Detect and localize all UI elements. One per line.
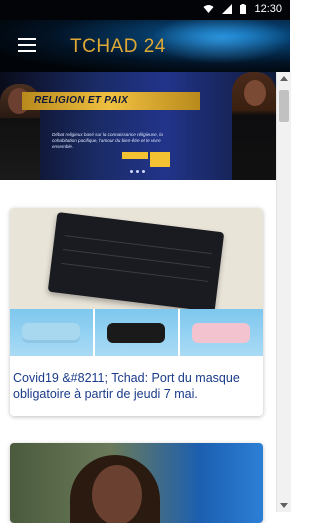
app-title: TCHAD 24 [70, 36, 166, 57]
scrollbar-thumb[interactable] [279, 90, 289, 122]
portrait-face [92, 465, 142, 523]
banner-pagination-dots [130, 170, 145, 173]
signal-icon [222, 4, 233, 14]
status-time: 12:30 [254, 3, 282, 15]
black-mask-image [47, 212, 225, 312]
article-image-portrait [10, 443, 263, 523]
banner-heading: RELIGION ET PAIX [34, 95, 129, 106]
header-background-globe [150, 20, 290, 64]
app-bar: TCHAD 24 [0, 20, 290, 72]
banner-tag-1 [122, 152, 148, 159]
battery-icon [240, 4, 247, 14]
pink-mask-image [180, 309, 263, 356]
mask-variants-strip [10, 309, 263, 356]
wifi-icon [203, 5, 214, 13]
promo-banner[interactable]: RELIGION ET PAIX Débat religieux basé su… [0, 72, 276, 180]
scroll-down-arrow-icon[interactable] [280, 503, 288, 508]
article-title-link[interactable]: Covid19 &#8211; Tchad: Port du masque ob… [13, 370, 261, 402]
black-mask-variant-image [95, 309, 180, 356]
article-card[interactable]: Covid19 &#8211; Tchad: Port du masque ob… [10, 208, 263, 416]
scroll-up-arrow-icon[interactable] [280, 76, 288, 81]
banner-person-right [232, 72, 276, 180]
article-image-masks [10, 208, 263, 356]
scrollbar[interactable] [276, 72, 291, 512]
banner-tag-2 [150, 152, 170, 167]
blue-mask-image [10, 309, 95, 356]
menu-icon[interactable] [18, 38, 36, 52]
banner-description: Débat religieux basé sur la connaissance… [52, 132, 163, 149]
article-card[interactable] [10, 443, 263, 523]
status-bar: 12:30 [0, 0, 290, 20]
